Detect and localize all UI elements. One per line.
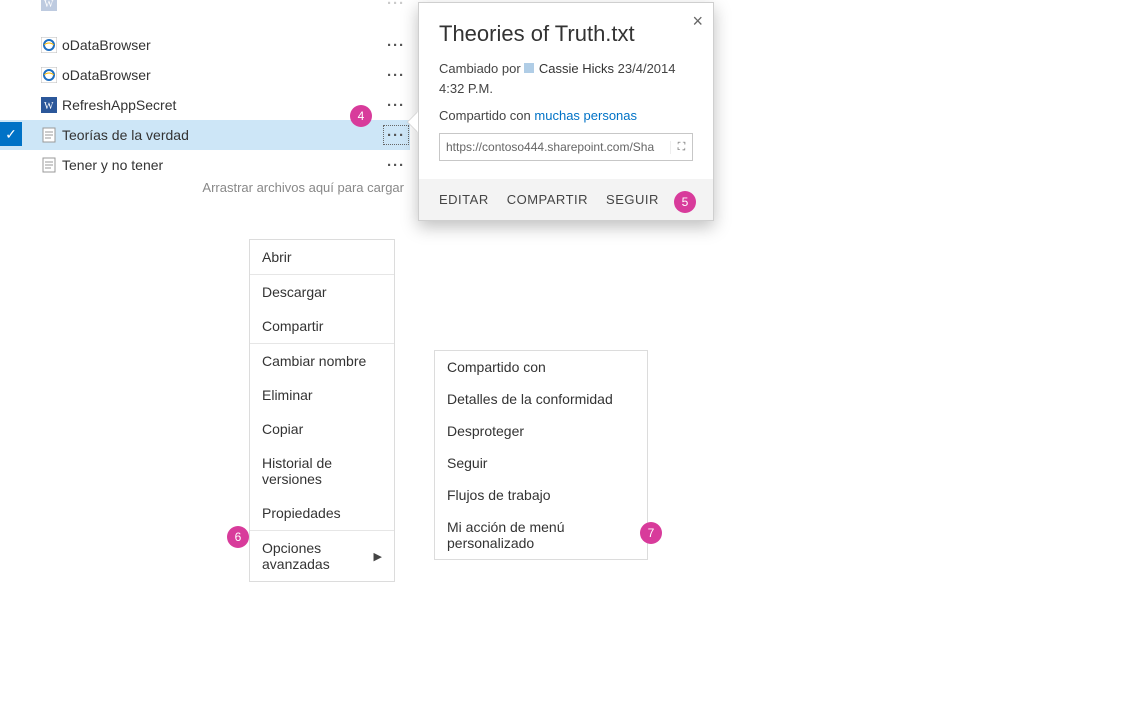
edit-button[interactable]: EDITAR	[439, 192, 489, 207]
menu-advanced[interactable]: Opciones avanzadas▶	[250, 531, 394, 581]
context-menu: Abrir Descargar Compartir Cambiar nombre…	[249, 239, 395, 582]
ie-icon	[36, 37, 62, 53]
file-row[interactable]: oDataBrowser ···	[0, 60, 410, 90]
chevron-right-icon: ▶	[374, 550, 382, 563]
row-menu-icon[interactable]: ···	[384, 97, 408, 114]
submenu-compliance[interactable]: Detalles de la conformidad	[435, 383, 647, 415]
text-file-icon	[36, 157, 62, 173]
row-menu-icon[interactable]: ···	[384, 37, 408, 54]
text-file-icon	[36, 127, 62, 143]
file-list: W ··· oDataBrowser ··· oDataBrowser ··· …	[0, 0, 410, 180]
menu-open[interactable]: Abrir	[250, 240, 394, 274]
annotation-badge: 7	[640, 522, 662, 544]
callout-actions: EDITAR COMPARTIR SEGUIR ···	[419, 179, 713, 220]
ie-icon	[36, 67, 62, 83]
callout-title: Theories of Truth.txt	[439, 21, 693, 47]
callout-url-box: ⛶	[439, 133, 693, 161]
submenu-shared-with[interactable]: Compartido con	[435, 351, 647, 383]
file-name[interactable]: oDataBrowser	[62, 37, 382, 53]
row-menu-icon[interactable]: ···	[384, 157, 408, 174]
callout-url-input[interactable]	[440, 140, 670, 154]
file-row[interactable]: oDataBrowser ···	[0, 30, 410, 60]
annotation-badge: 6	[227, 526, 249, 548]
svg-text:W: W	[44, 0, 54, 10]
menu-properties[interactable]: Propiedades	[250, 496, 394, 530]
menu-delete[interactable]: Eliminar	[250, 378, 394, 412]
file-name[interactable]: Tener y no tener	[62, 157, 382, 173]
word-icon: W	[36, 97, 62, 113]
presence-icon	[524, 63, 534, 73]
annotation-badge: 5	[674, 191, 696, 213]
menu-share[interactable]: Compartir	[250, 309, 394, 343]
word-icon: W	[36, 0, 62, 11]
menu-versions[interactable]: Historial de versiones	[250, 446, 394, 496]
file-name[interactable]: oDataBrowser	[62, 67, 382, 83]
row-menu-icon[interactable]: ···	[383, 125, 409, 145]
file-row-selected[interactable]: ✓ Teorías de la verdad ···	[0, 120, 410, 150]
menu-download[interactable]: Descargar	[250, 275, 394, 309]
shared-with-link[interactable]: muchas personas	[534, 108, 637, 123]
file-row[interactable]: W RefreshAppSecret ···	[0, 90, 410, 120]
checkmark-icon[interactable]: ✓	[0, 122, 22, 146]
expand-url-icon[interactable]: ⛶	[670, 141, 692, 154]
row-menu-icon[interactable]: ···	[384, 67, 408, 84]
close-icon[interactable]: ×	[692, 11, 703, 32]
row-menu-icon[interactable]: ···	[384, 0, 408, 12]
drop-hint: Arrastrar archivos aquí para cargar	[0, 180, 410, 195]
callout-user[interactable]: Cassie Hicks	[539, 61, 614, 76]
menu-rename[interactable]: Cambiar nombre	[250, 344, 394, 378]
callout-shared-row: Compartido con muchas personas	[439, 108, 693, 123]
menu-copy[interactable]: Copiar	[250, 412, 394, 446]
advanced-submenu: Compartido con Detalles de la conformida…	[434, 350, 648, 560]
file-callout: × Theories of Truth.txt Cambiado por Cas…	[418, 2, 714, 221]
file-name[interactable]: Teorías de la verdad	[62, 127, 382, 143]
submenu-checkout[interactable]: Desproteger	[435, 415, 647, 447]
share-button[interactable]: COMPARTIR	[507, 192, 588, 207]
callout-arrow-icon	[408, 112, 418, 132]
submenu-follow[interactable]: Seguir	[435, 447, 647, 479]
submenu-workflows[interactable]: Flujos de trabajo	[435, 479, 647, 511]
file-row[interactable]: Tener y no tener ···	[0, 150, 410, 180]
annotation-badge: 4	[350, 105, 372, 127]
callout-meta: Cambiado por Cassie Hicks 23/4/2014 4:32…	[439, 59, 693, 98]
file-row[interactable]: W ···	[0, 0, 410, 18]
submenu-custom[interactable]: Mi acción de menú personalizado	[435, 511, 647, 559]
file-name[interactable]: RefreshAppSecret	[62, 97, 382, 113]
svg-text:W: W	[44, 101, 54, 112]
follow-button[interactable]: SEGUIR	[606, 192, 659, 207]
